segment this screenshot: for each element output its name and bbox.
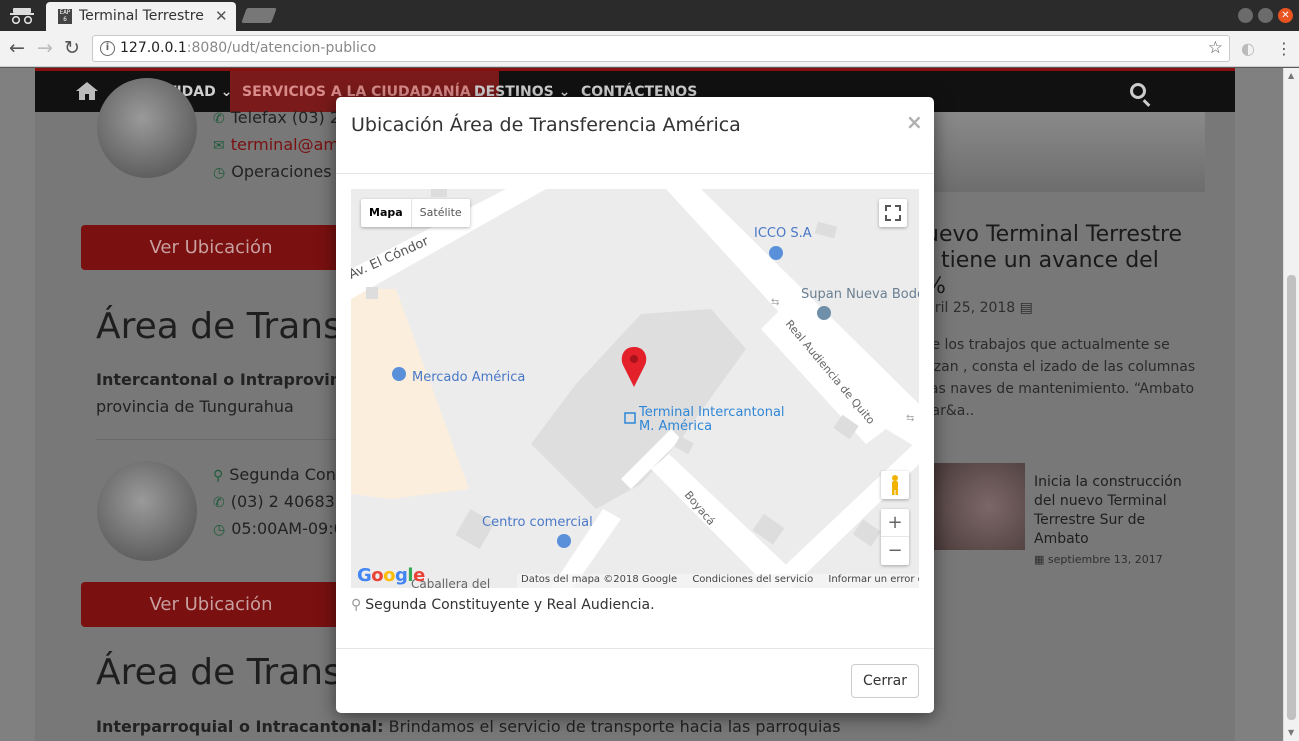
card2-phone: ✆ (03) 2 406833: [213, 492, 346, 511]
map-marker-icon: ⚲: [213, 468, 224, 484]
phone-icon: ✆: [213, 111, 225, 127]
tab-close-icon[interactable]: ✕: [215, 7, 228, 25]
card2-address: ⚲ Segunda Cons: [213, 465, 345, 484]
section-text: Intercantonal o Intraprovincia provincia …: [96, 370, 367, 416]
news-excerpt: re los trabajos que actualmente se lizan…: [926, 337, 1196, 419]
news-image[interactable]: [934, 112, 1205, 192]
forward-icon[interactable]: →: [37, 37, 53, 59]
card2-hours: ◷ 05:00AM-09:0: [213, 519, 344, 538]
comment-icon: ▤: [1019, 300, 1033, 316]
news-thumbnail[interactable]: [934, 463, 1025, 550]
mail-icon: ✉: [213, 138, 225, 154]
scroll-down-icon[interactable]: ▼: [1288, 728, 1294, 737]
svg-text:Centro comercial: Centro comercial: [482, 515, 593, 530]
modal-divider: [336, 648, 934, 649]
ver-ubicacion-button[interactable]: Ver Ubicación: [81, 582, 341, 627]
modal-divider: [336, 173, 934, 174]
reload-icon[interactable]: ↻: [64, 37, 80, 59]
new-tab-button[interactable]: [241, 8, 277, 23]
home-icon[interactable]: [75, 81, 99, 101]
avatar: [97, 78, 197, 178]
address-bar: ← → ↻ i 127.0.0.1:8080/udt/atencion-publ…: [0, 31, 1299, 67]
scrollbar-thumb[interactable]: [1287, 275, 1296, 720]
close-button[interactable]: Cerrar: [851, 664, 919, 698]
card1-hours: ◷ Operaciones: [213, 162, 332, 181]
zoom-out-button[interactable]: −: [881, 537, 909, 565]
clock-icon: ◷: [213, 522, 226, 538]
map-data-credit: Datos del mapa ©2018 Google: [521, 574, 678, 585]
location-modal: Ubicación Área de Transferencia América …: [336, 97, 934, 713]
poi-mercado[interactable]: Mercado América: [392, 367, 525, 385]
browser-tab[interactable]: EAP 6 Terminal Terrestre A ✕: [46, 2, 236, 31]
map-pin-icon: ⚲: [351, 597, 362, 613]
news-date: pril 25, 2018 ▤: [926, 300, 1033, 316]
window-close-button[interactable]: ✕: [1278, 8, 1293, 23]
svg-text:Mercado América: Mercado América: [412, 370, 525, 385]
news-title[interactable]: uevo Terminal Terrestre r tiene un avanc…: [925, 222, 1182, 300]
google-map[interactable]: ⇆ ⇆ Av. El Cóndor Real Audiencia de Quit…: [351, 189, 919, 588]
modal-title: Ubicación Área de Transferencia América: [351, 114, 741, 136]
section-heading: Área de Transfe: [96, 652, 377, 693]
terms-link[interactable]: Condiciones del servicio: [692, 574, 813, 585]
svg-text:Supan Nueva Bode: Supan Nueva Bode: [801, 287, 919, 302]
card1-telefax: ✆ Telefax (03) 2: [213, 108, 341, 127]
calendar-icon: ▦: [1034, 553, 1045, 566]
svg-text:⇆: ⇆: [771, 297, 779, 308]
url-input[interactable]: i 127.0.0.1:8080/udt/atencion-publico ☆: [92, 35, 1230, 62]
section-heading: Área de Transfe: [96, 306, 377, 347]
page-scrollbar[interactable]: ▲ ▼: [1283, 68, 1299, 741]
map-type-map-button[interactable]: Mapa: [361, 199, 412, 227]
minimize-button[interactable]: [1238, 8, 1253, 23]
browser-tab-bar: EAP 6 Terminal Terrestre A ✕ ✕: [0, 0, 1299, 31]
map-attribution: Datos del mapa ©2018 Google Condiciones …: [517, 574, 919, 588]
info-icon[interactable]: i: [100, 41, 115, 56]
menu-dots-icon[interactable]: ⋮: [1276, 39, 1292, 58]
map-type-satellite-button[interactable]: Satélite: [412, 199, 470, 227]
phone-icon: ✆: [213, 495, 225, 511]
scroll-up-icon[interactable]: ▲: [1288, 71, 1294, 80]
news2-title[interactable]: Inicia la construcción del nuevo Termina…: [1034, 473, 1182, 549]
bookmark-star-icon[interactable]: ☆: [1208, 38, 1223, 58]
back-icon[interactable]: ←: [9, 37, 25, 59]
favicon-icon: EAP 6: [58, 9, 72, 24]
map-type-control: Mapa Satélite: [361, 199, 470, 227]
avatar: [97, 461, 197, 561]
extension-icon[interactable]: ◐: [1241, 39, 1255, 58]
news2-date: ▦ septiembre 13, 2017: [1034, 553, 1163, 566]
ver-ubicacion-button[interactable]: Ver Ubicación: [81, 225, 341, 270]
maximize-button[interactable]: [1258, 8, 1273, 23]
svg-text:M. América: M. América: [639, 419, 712, 434]
search-icon[interactable]: [1130, 83, 1146, 99]
tab-title: Terminal Terrestre A: [79, 8, 207, 24]
zoom-in-button[interactable]: +: [881, 509, 909, 537]
modal-close-icon[interactable]: ×: [906, 110, 923, 134]
svg-text:⇆: ⇆: [906, 413, 914, 424]
zoom-control: + −: [881, 509, 909, 565]
fullscreen-icon[interactable]: [879, 199, 907, 227]
clock-icon: ◷: [213, 165, 226, 181]
map-canvas[interactable]: ⇆ ⇆ Av. El Cóndor Real Audiencia de Quit…: [351, 189, 919, 588]
modal-address: ⚲ Segunda Constituyente y Real Audiencia.: [351, 597, 655, 613]
svg-text:Terminal Intercantonal: Terminal Intercantonal: [638, 405, 785, 420]
svg-text:ICCO S.A: ICCO S.A: [754, 226, 812, 241]
pegman-icon[interactable]: [881, 471, 909, 499]
report-error-link[interactable]: Informar un error en el mapa: [828, 574, 919, 585]
google-logo: Google: [357, 565, 425, 586]
incognito-icon: [10, 8, 34, 24]
section-text: Interparroquial o Intracantonal: Brindam…: [96, 717, 841, 736]
card1-email[interactable]: ✉ terminal@am: [213, 135, 339, 154]
url-text: 127.0.0.1:8080/udt/atencion-publico: [120, 40, 377, 56]
